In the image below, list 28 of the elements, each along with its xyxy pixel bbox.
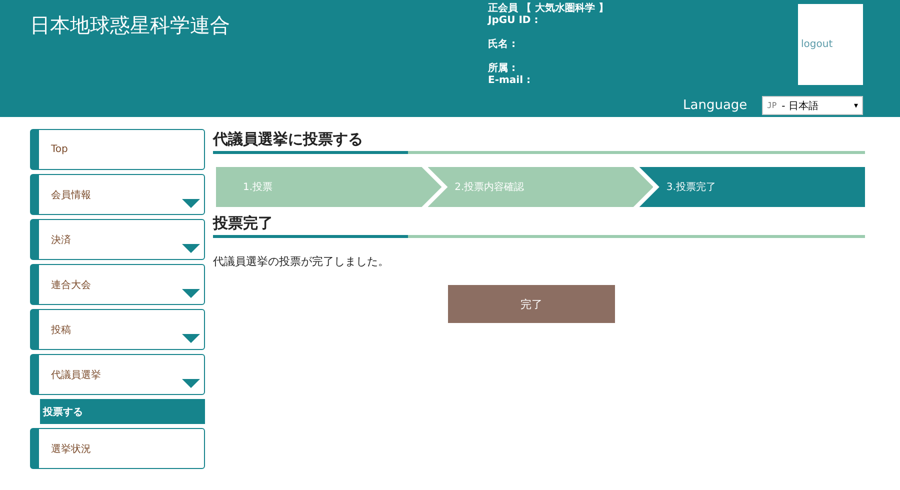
- caret-icon: [182, 289, 200, 298]
- language-label: Language: [683, 98, 748, 113]
- language-select[interactable]: JP - 日本語 ▾: [762, 96, 863, 115]
- caret-icon: [182, 379, 200, 388]
- nav-item[interactable]: 選挙状況: [30, 428, 205, 469]
- completion-message: 代議員選挙の投票が完了しました。: [213, 254, 390, 269]
- nav-item[interactable]: 会員情報: [30, 174, 205, 215]
- caret-icon: [182, 199, 200, 208]
- nav-item[interactable]: 代議員選挙: [30, 354, 205, 395]
- done-button[interactable]: 完了: [448, 285, 615, 323]
- nav-item[interactable]: 投稿: [30, 309, 205, 350]
- nav-item[interactable]: 連合大会: [30, 264, 205, 305]
- field-label: 氏名 :: [488, 39, 516, 51]
- progress-step: 1.投票: [216, 167, 442, 207]
- nav-item[interactable]: 決済: [30, 219, 205, 260]
- nav-subitem[interactable]: 投票する: [40, 399, 205, 424]
- caret-icon: [182, 244, 200, 253]
- member-type: 正会員 【 大気水圏科学 】: [488, 3, 608, 15]
- site-title: 日本地球惑星科学連合: [30, 12, 230, 39]
- nav-item[interactable]: Top: [30, 129, 205, 170]
- page-heading: 代議員選挙に投票する: [213, 129, 865, 154]
- field-label: JpGU ID :: [488, 15, 540, 27]
- progress-step: 2.投票内容確認: [428, 167, 654, 207]
- field-label: E-mail :: [488, 75, 532, 87]
- progress-step: 3.投票完了: [639, 167, 866, 207]
- field-label: 所属 :: [488, 63, 516, 75]
- caret-icon: [182, 334, 200, 343]
- section-heading: 投票完了: [213, 213, 865, 238]
